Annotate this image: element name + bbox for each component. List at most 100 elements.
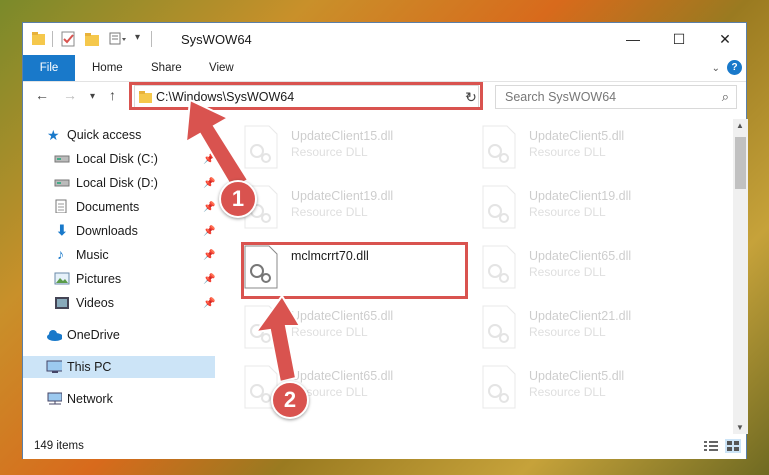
tab-file[interactable]: File [23,55,75,81]
dropdown-icon[interactable]: ▾ [135,32,140,48]
file-item[interactable]: UpdateClient5.dll Resource DLL [481,365,701,415]
up-arrow-icon[interactable]: ↑ [109,87,116,103]
file-item[interactable]: UpdateClient5.dll Resource DLL [481,125,701,175]
pin-icon[interactable]: 📌 [203,202,215,213]
pin-icon[interactable]: 📌 [203,274,215,285]
sidebar-item-videos[interactable]: Videos 📌 [23,292,215,314]
tab-share[interactable]: Share [151,55,182,81]
sidebar-item-local-disk-d[interactable]: Local Disk (D:) 📌 [23,172,215,194]
vertical-scrollbar[interactable]: ▲ ▼ [733,119,748,434]
file-name: UpdateClient21.dll [529,309,632,323]
sidebar-item-network[interactable]: Network [23,388,215,410]
file-type: Resource DLL [529,385,606,399]
sidebar-item-label: This PC [67,360,112,374]
window-title: SysWOW64 [181,32,252,47]
sidebar-item-label: Videos [76,296,114,310]
ribbon-tabs: File Home Share View ⌄ ? [23,55,746,82]
drive-icon [54,155,70,163]
forward-arrow-icon[interactable]: → [63,87,77,103]
dll-file-icon [244,305,278,349]
callout-badge-1: 1 [219,180,257,218]
sidebar-item-pictures[interactable]: Pictures 📌 [23,268,215,290]
file-type: Resource DLL [291,205,368,219]
file-name: UpdateClient5.dll [529,369,625,383]
maximize-button[interactable]: ☐ [656,23,702,55]
pin-icon[interactable]: 📌 [203,178,215,189]
dll-file-icon [244,125,278,169]
pin-icon[interactable]: 📌 [203,226,215,237]
file-item[interactable]: UpdateClient15.dll Resource DLL [243,125,463,175]
file-type: Resource DLL [529,265,606,279]
file-type: Resource DLL [529,205,606,219]
sidebar-item-this-pc[interactable]: This PC [23,356,215,378]
sidebar-item-music[interactable]: ♪ Music 📌 [23,244,215,266]
back-arrow-icon[interactable]: ← [35,87,49,103]
file-item[interactable]: UpdateClient65.dll Resource DLL [243,305,463,355]
sidebar-item-onedrive[interactable]: OneDrive [23,324,215,346]
navigation-pane: ★ Quick access Local Disk (C:) 📌 Local D… [23,119,215,409]
title-bar: ▾ SysWOW64 — ☐ ✕ [23,23,746,55]
sidebar-item-label: Documents [76,200,140,214]
file-name: UpdateClient5.dll [529,129,625,143]
scroll-down-icon[interactable]: ▼ [736,423,744,432]
file-item[interactable]: UpdateClient19.dll Resource DLL [481,185,701,235]
downloads-icon: ⬇ [56,222,68,238]
new-folder-icon[interactable] [85,31,101,47]
videos-icon [55,297,69,309]
cloud-icon [47,330,62,341]
folder-icon [32,32,45,45]
file-type: Resource DLL [291,145,368,159]
sidebar-item-label: Downloads [76,224,138,238]
sidebar-item-label: Pictures [76,272,122,286]
file-item[interactable]: UpdateClient21.dll Resource DLL [481,305,701,355]
sidebar-item-quick-access[interactable]: ★ Quick access [23,124,215,146]
file-item[interactable]: UpdateClient19.dll Resource DLL [243,185,463,235]
chevron-down-icon[interactable]: ⌄ [712,63,720,74]
file-type: Resource DLL [291,325,368,339]
explorer-window: ▾ SysWOW64 — ☐ ✕ File Home Share View ⌄ … [22,22,748,459]
file-name: UpdateClient19.dll [291,189,394,203]
details-view-icon[interactable] [703,439,719,453]
properties-icon[interactable] [61,31,77,47]
separator [151,31,152,47]
help-icon[interactable]: ? [727,60,742,75]
scroll-thumb[interactable] [735,137,746,189]
star-icon: ★ [47,127,60,143]
search-input[interactable]: Search SysWOW64 ⌕ [495,85,737,109]
callout-badge-2: 2 [271,381,309,419]
recent-locations-icon[interactable]: ▾ [90,91,95,102]
dll-file-icon [482,305,516,349]
dll-file-icon [482,125,516,169]
minimize-button[interactable]: — [610,23,656,55]
network-icon [47,392,62,405]
file-item[interactable]: UpdateClient65.dll Resource DLL [481,245,701,295]
pin-icon[interactable]: 📌 [203,154,215,165]
sidebar-item-label: Local Disk (C:) [76,152,158,166]
search-icon[interactable]: ⌕ [722,89,729,105]
dll-file-icon [482,245,516,289]
pin-icon[interactable]: 📌 [203,298,215,309]
file-highlight-box [241,242,468,299]
scroll-up-icon[interactable]: ▲ [736,121,744,130]
sidebar-item-label: Music [76,248,109,262]
sidebar-item-local-disk-c[interactable]: Local Disk (C:) 📌 [23,148,215,170]
file-name: UpdateClient65.dll [291,369,394,383]
sidebar-item-downloads[interactable]: ⬇ Downloads 📌 [23,220,215,242]
music-icon: ♪ [57,246,64,262]
pin-icon[interactable]: 📌 [203,250,215,261]
address-highlight-box [129,82,483,110]
tab-view[interactable]: View [209,55,234,81]
sidebar-item-documents[interactable]: Documents 📌 [23,196,215,218]
sidebar-item-label: OneDrive [67,328,120,342]
search-placeholder: Search SysWOW64 [505,90,617,104]
close-button[interactable]: ✕ [702,23,748,55]
dll-file-icon [482,185,516,229]
sidebar-item-label: Quick access [67,128,142,142]
customize-toolbar-icon[interactable] [109,31,127,47]
item-count: 149 items [34,440,84,452]
file-name: UpdateClient65.dll [291,309,394,323]
tiles-view-icon[interactable] [725,439,741,453]
pictures-icon [54,272,70,285]
tab-home[interactable]: Home [92,55,123,81]
drive-icon [54,179,70,187]
